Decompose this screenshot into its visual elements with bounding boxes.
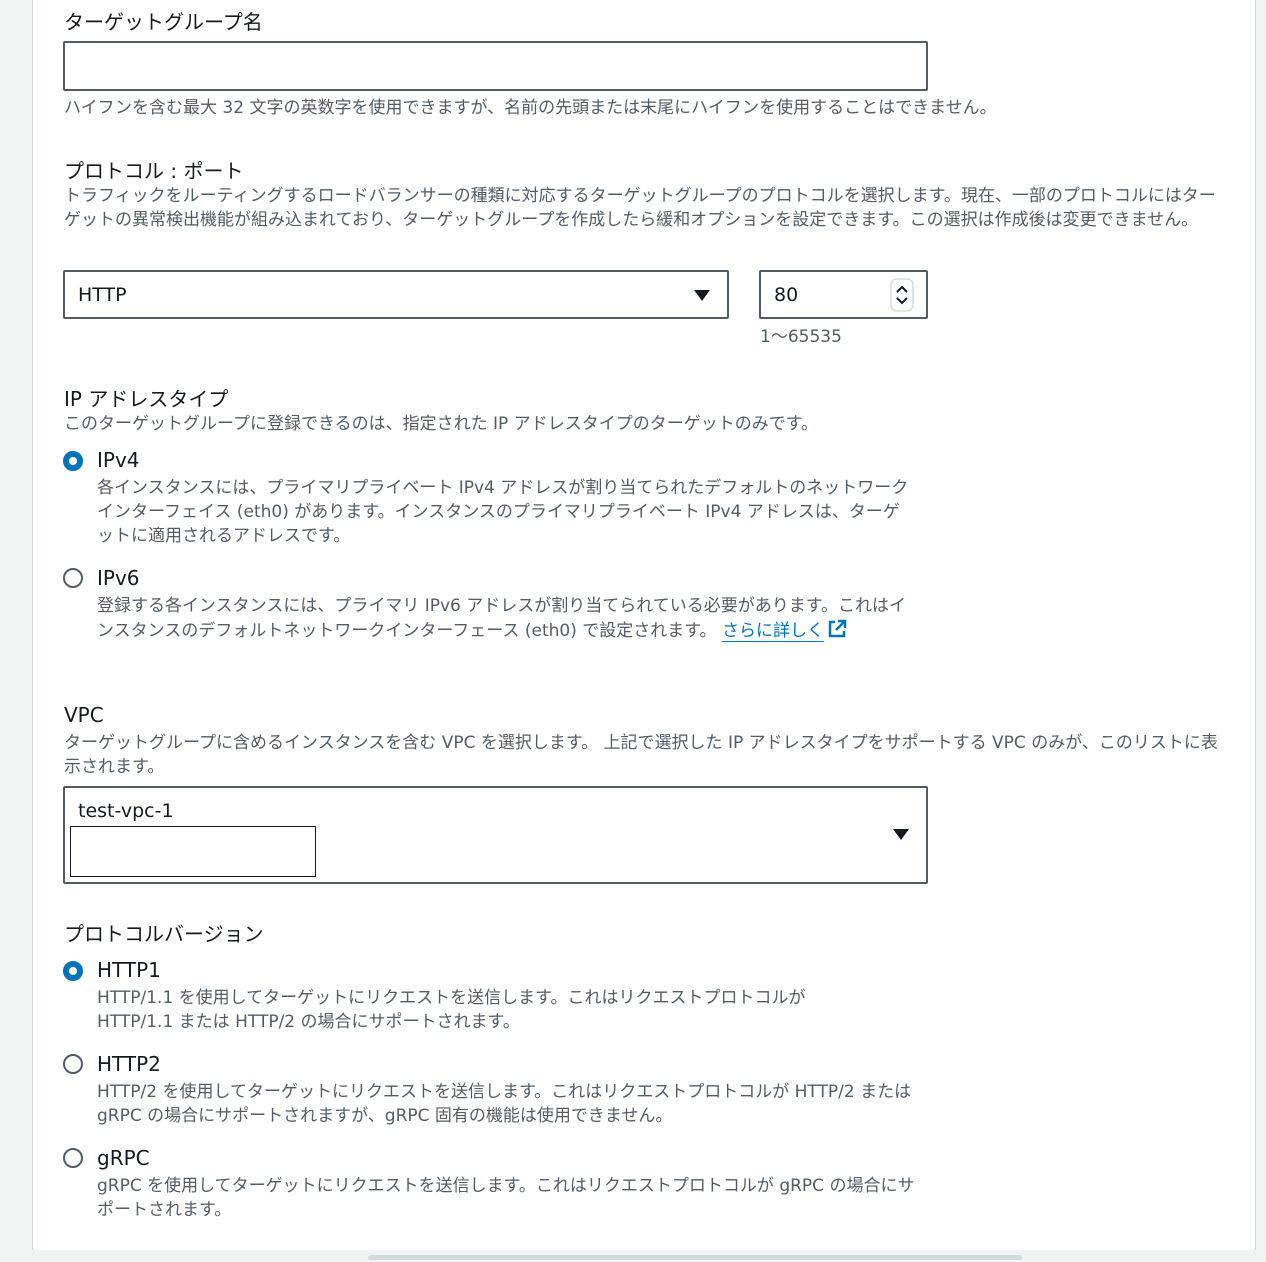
radio-http2[interactable] xyxy=(63,1054,83,1074)
radio-grpc-description: gRPC を使用してターゲットにリクエストを送信します。これはリクエストプロトコ… xyxy=(97,1176,915,1220)
protocol-version-label: プロトコルバージョン xyxy=(64,922,264,946)
radio-http1[interactable] xyxy=(63,961,83,981)
horizontal-scrollbar[interactable] xyxy=(368,1255,1022,1260)
stepper-icon[interactable] xyxy=(890,278,914,312)
radio-http2-label[interactable]: HTTP2 xyxy=(97,1052,161,1076)
protocol-port-label: プロトコル : ポート xyxy=(64,159,244,183)
radio-grpc-label[interactable]: gRPC xyxy=(97,1146,150,1170)
chevron-down-icon xyxy=(893,829,909,840)
target-group-name-hint: ハイフンを含む最大 32 文字の英数字を使用できますが、名前の先頭または末尾にハ… xyxy=(64,98,997,118)
radio-grpc[interactable] xyxy=(63,1148,83,1168)
learn-more-link[interactable]: さらに詳しく xyxy=(722,619,848,641)
vpc-id-redacted-box xyxy=(70,826,316,877)
vpc-label: VPC xyxy=(64,703,104,727)
vpc-description: ターゲットグループに含めるインスタンスを含む VPC を選択します。 上記で選択… xyxy=(64,733,1218,777)
radio-ipv6[interactable] xyxy=(63,568,83,588)
radio-ipv6-description: 登録する各インスタンスには、プライマリ IPv6 アドレスが割り当てられている必… xyxy=(97,594,912,643)
learn-more-link-label[interactable]: さらに詳しく xyxy=(722,621,824,641)
target-group-name-input[interactable] xyxy=(63,41,928,91)
target-group-name-label: ターゲットグループ名 xyxy=(64,10,263,34)
ip-address-type-description: このターゲットグループに登録できるのは、指定された IP アドレスタイプのターゲ… xyxy=(64,414,819,434)
radio-ipv4-description: 各インスタンスには、プライマリプライベート IPv4 アドレスが割り当てられたデ… xyxy=(97,478,909,546)
vpc-select[interactable]: test-vpc-1 xyxy=(63,786,928,884)
radio-ipv4-label[interactable]: IPv4 xyxy=(97,448,140,472)
vpc-select-value: test-vpc-1 xyxy=(78,800,174,822)
radio-http1-description: HTTP/1.1 を使用してターゲットにリクエストを送信します。これはリクエスト… xyxy=(97,988,806,1032)
protocol-select-value: HTTP xyxy=(78,284,127,306)
radio-ipv4[interactable] xyxy=(63,451,83,471)
port-input[interactable]: 80 xyxy=(759,270,928,319)
radio-http1-label[interactable]: HTTP1 xyxy=(97,958,161,982)
radio-ipv6-label[interactable]: IPv6 xyxy=(97,566,140,590)
external-link-icon xyxy=(828,619,847,638)
port-input-value: 80 xyxy=(774,284,799,306)
protocol-port-description: トラフィックをルーティングするロードバランサーの種類に対応するターゲットグループ… xyxy=(64,186,1216,230)
port-hint: 1〜65535 xyxy=(760,327,842,347)
chevron-down-icon xyxy=(694,290,710,301)
ip-address-type-label: IP アドレスタイプ xyxy=(64,387,229,411)
radio-http2-description: HTTP/2 を使用してターゲットにリクエストを送信します。これはリクエストプロ… xyxy=(97,1082,912,1126)
protocol-select[interactable]: HTTP xyxy=(63,270,729,319)
